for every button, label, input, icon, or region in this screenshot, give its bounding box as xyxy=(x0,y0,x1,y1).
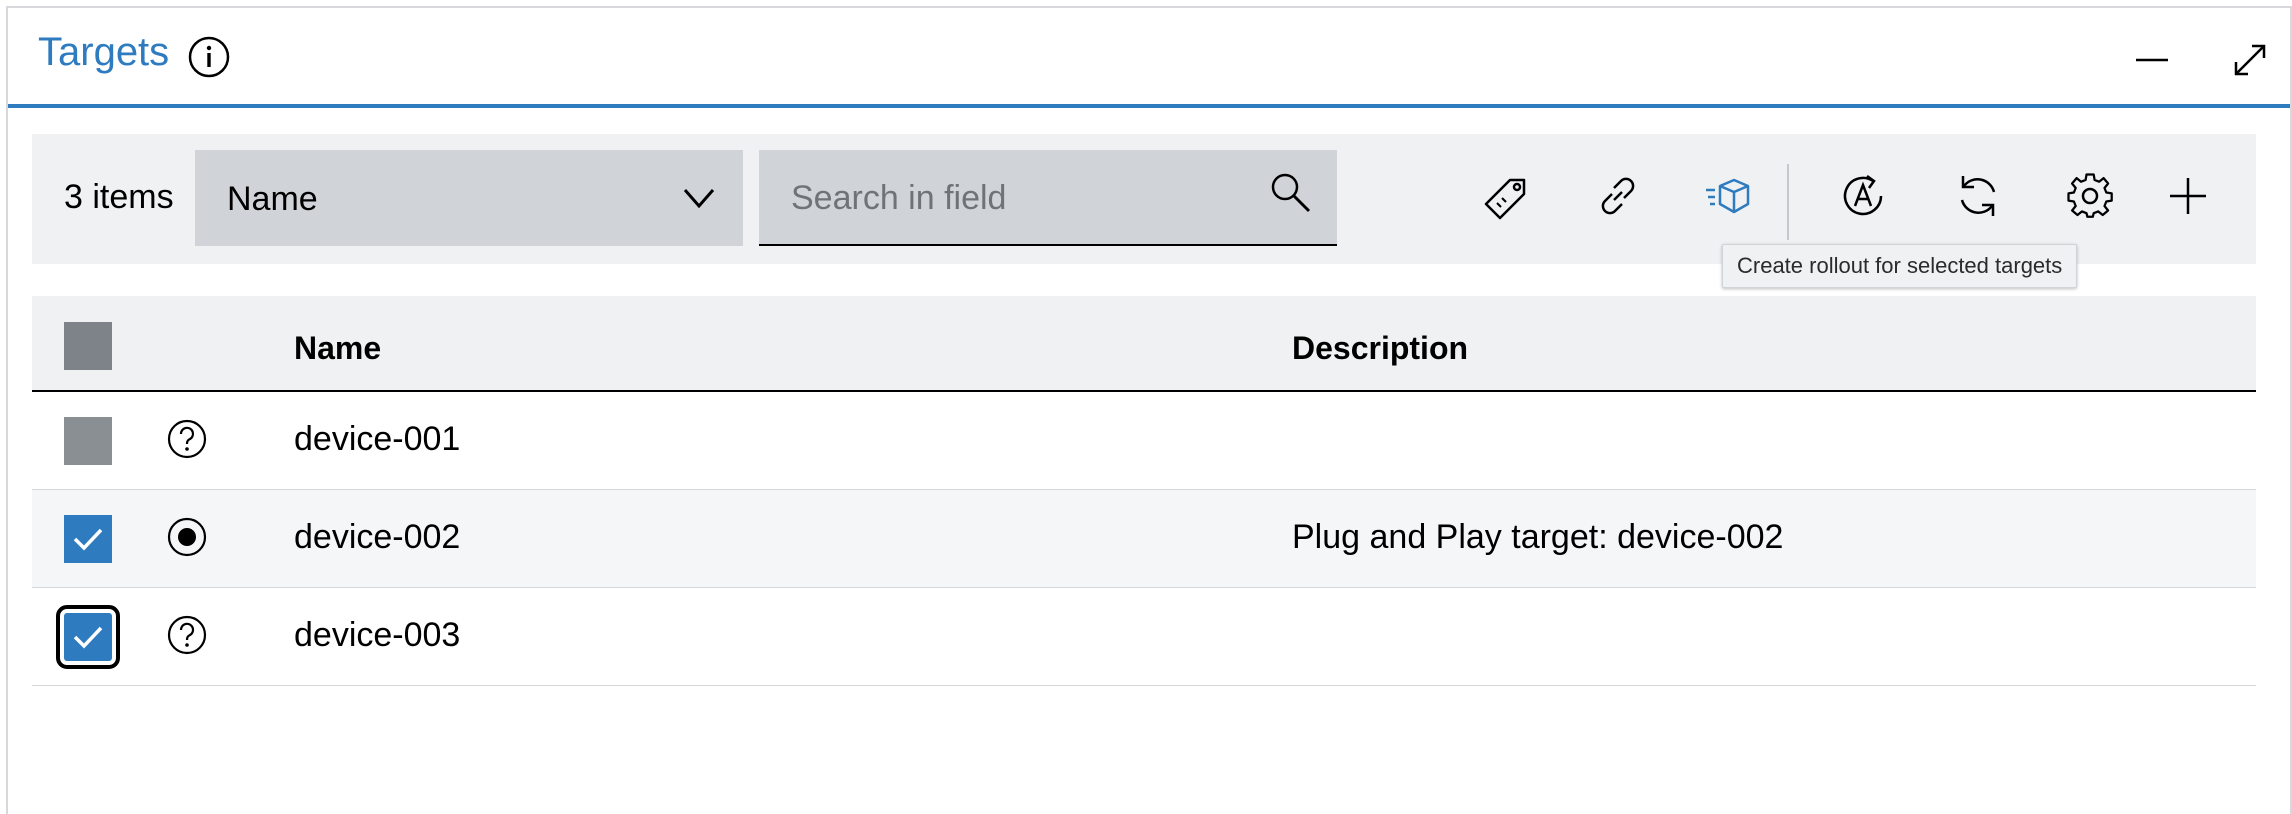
table-row[interactable]: device-001 xyxy=(32,392,2256,490)
chevron-down-icon xyxy=(683,189,715,209)
cell-name: device-003 xyxy=(294,616,461,654)
settings-icon[interactable] xyxy=(2064,170,2116,222)
refresh-icon[interactable] xyxy=(1952,170,2004,222)
column-header-name[interactable]: Name xyxy=(294,330,381,367)
panel-title: Targets xyxy=(38,30,170,74)
select-all-checkbox[interactable] xyxy=(64,322,112,370)
link-icon[interactable] xyxy=(1592,170,1644,222)
row-checkbox[interactable] xyxy=(64,515,112,563)
toolbar-divider xyxy=(1787,164,1789,240)
tag-icon[interactable] xyxy=(1480,170,1532,222)
field-select-value: Name xyxy=(227,180,318,218)
checkmark-icon xyxy=(73,626,103,649)
row-checkbox[interactable] xyxy=(64,417,112,465)
cell-name: device-001 xyxy=(294,420,461,458)
auto-assign-icon[interactable] xyxy=(1837,170,1889,222)
info-icon[interactable] xyxy=(188,36,230,78)
maximize-icon[interactable] xyxy=(2228,38,2272,82)
minimize-icon[interactable] xyxy=(2130,38,2174,82)
tooltip: Create rollout for selected targets xyxy=(1722,244,2078,288)
search-field xyxy=(759,150,1337,246)
question-circle-icon xyxy=(167,615,207,655)
cell-description: Plug and Play target: device-002 xyxy=(1292,518,1784,556)
table-header: Name Description xyxy=(32,296,2256,392)
checkmark-icon xyxy=(73,528,103,551)
items-count: 3 items xyxy=(64,178,174,216)
panel-header: Targets xyxy=(8,8,2290,108)
question-circle-icon xyxy=(167,419,207,459)
cell-name: device-002 xyxy=(294,518,461,556)
add-icon[interactable] xyxy=(2162,170,2214,222)
registered-status-icon xyxy=(167,517,207,557)
distribution-box-icon[interactable] xyxy=(1702,170,1754,222)
targets-table: Name Description device-001 device-002 P… xyxy=(32,296,2256,686)
table-row[interactable]: device-002 Plug and Play target: device-… xyxy=(32,490,2256,588)
field-select-dropdown[interactable]: Name xyxy=(195,150,743,246)
row-checkbox[interactable] xyxy=(56,605,120,669)
table-row[interactable]: device-003 xyxy=(32,588,2256,686)
column-header-description[interactable]: Description xyxy=(1292,330,1468,367)
search-icon[interactable] xyxy=(1267,170,1315,218)
search-input[interactable] xyxy=(789,172,1253,224)
